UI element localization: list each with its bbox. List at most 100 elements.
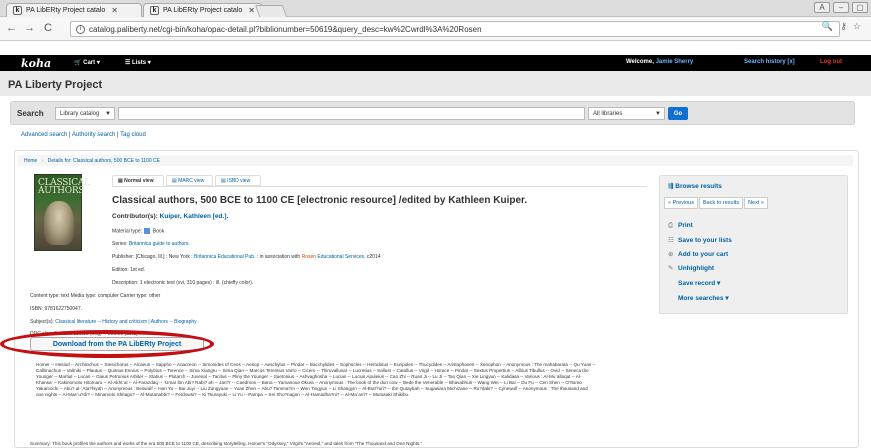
info-icon[interactable]: i <box>76 24 85 34</box>
save-to-lists-button[interactable]: ☷ Save to your lists <box>668 236 732 244</box>
authority-search-link[interactable]: Authority search <box>72 132 115 138</box>
series-link[interactable]: Britannica guide to authors. <box>129 241 190 247</box>
search-links: Advanced search | Authority search | Tag… <box>21 132 146 138</box>
search-label: Search <box>17 109 44 118</box>
action-label: Print <box>678 222 693 229</box>
chevron-down-icon: ▼ <box>655 110 661 117</box>
material-type: Material type: Book <box>112 228 164 234</box>
user-icon[interactable]: A <box>814 2 830 13</box>
maximize-icon[interactable]: ▢ <box>852 2 868 13</box>
publisher: Publisher: [Chicago, Ill.] : New York : … <box>112 254 381 260</box>
search-highlight[interactable]: Rosen <box>302 254 316 260</box>
download-button[interactable]: Download from the PA LibERty Project <box>30 337 204 351</box>
back-to-results-link[interactable]: Back to results <box>699 197 744 209</box>
book-cover-image[interactable]: CLASSICAL AUTHORS <box>34 174 90 251</box>
close-tab-icon[interactable]: ✕ <box>248 6 255 15</box>
browser-tab-title: PA LibERty Project catalo <box>26 7 106 14</box>
tab-isbd-view[interactable]: ▤ ISBD view <box>215 175 261 186</box>
record-title: Classical authors, 500 BCE to 1100 CE [e… <box>112 195 528 206</box>
bookmark-star-icon[interactable]: ☆ <box>853 21 861 32</box>
list-icon: ☷ <box>668 237 674 244</box>
previous-link[interactable]: « Previous <box>664 197 698 209</box>
record-sidebar: ⇶ Browse results « Previous Back to resul… <box>659 175 848 314</box>
forward-arrow-icon[interactable]: → <box>24 22 35 34</box>
field-value: 1 electronic text (xvi, 310 pages) : ill… <box>139 280 254 286</box>
field-value: Book <box>152 228 165 235</box>
minimize-icon[interactable]: – <box>833 2 849 13</box>
more-searches-dropdown[interactable]: More searches ▾ <box>678 294 729 302</box>
go-button[interactable]: Go <box>668 107 688 120</box>
tag-cloud-link[interactable]: Tag cloud <box>120 132 146 138</box>
tab-divider <box>112 186 647 187</box>
search-history-link[interactable]: Search history [x] <box>744 59 795 65</box>
library-select-value: All libraries <box>593 110 623 117</box>
search-input[interactable] <box>118 107 585 120</box>
koha-favicon-icon: k <box>13 6 22 15</box>
field-value: [Chicago, Ill.] : New York : <box>135 254 193 260</box>
print-button[interactable]: ⎙ Print <box>668 222 693 230</box>
zoom-icon[interactable]: 🔍 <box>822 21 833 32</box>
chevron-down-icon: ▾ <box>717 280 721 287</box>
contributors: Contributor(s): Kuiper, Kathleen [ed.]. <box>112 213 228 220</box>
browser-tab[interactable]: k PA LibERty Project catalo ✕ <box>6 3 142 17</box>
user-name-link[interactable]: Jamie Sherry <box>656 59 694 65</box>
koha-logo[interactable]: koha <box>21 57 51 70</box>
chevron-down-icon: ▼ <box>105 110 111 117</box>
tab-label: Normal view <box>124 178 154 184</box>
search-bar: Search Library catalog ▼ All libraries ▼… <box>10 101 855 125</box>
catalog-select-value: Library catalog <box>60 110 100 117</box>
action-label: Add to your cart <box>678 251 729 258</box>
key-icon[interactable]: ⚷ <box>840 21 847 32</box>
breadcrumb-details[interactable]: Details for: Classical authors, 500 BCE … <box>48 158 160 164</box>
lists-button[interactable]: ☰ Lists ▾ <box>125 59 151 66</box>
content-type: Content type: text Media type: computer … <box>30 293 161 299</box>
field-value: c2014 <box>366 254 381 260</box>
browse-icon: ⇶ <box>668 183 674 190</box>
breadcrumb-home[interactable]: Home <box>24 158 37 164</box>
publisher-link[interactable]: Britannica Educational Pub. <box>194 254 255 260</box>
action-label: More searches <box>678 295 724 302</box>
reload-icon[interactable]: C <box>44 22 52 34</box>
close-tab-icon[interactable]: ✕ <box>111 6 118 15</box>
browser-tab-bar: k PA LibERty Project catalo ✕ k PA LibER… <box>0 0 871 17</box>
new-tab-button[interactable] <box>254 5 288 17</box>
cart-button[interactable]: 🛒 Cart ▾ <box>74 59 100 66</box>
save-record-dropdown[interactable]: Save record ▾ <box>678 279 720 287</box>
subjects: Subject(s): Classical literature -- Hist… <box>30 319 197 325</box>
back-arrow-icon[interactable]: ← <box>6 22 17 34</box>
subjects-link[interactable]: Classical literature -- History and crit… <box>55 319 196 325</box>
field-value: 1st ed. <box>130 267 146 273</box>
browser-tab-title: PA LibERty Project catalo <box>163 7 243 14</box>
tab-normal-view[interactable]: ▤ Normal view <box>112 175 164 186</box>
tab-label: ISBD view <box>227 178 251 184</box>
field-value: : in association with <box>256 254 301 260</box>
add-to-cart-button[interactable]: ⊕ Add to your cart <box>668 250 728 258</box>
welcome-prefix: Welcome, <box>626 59 654 65</box>
breadcrumb-separator: › <box>41 158 44 164</box>
publisher-link[interactable]: Educational Services, <box>317 254 365 260</box>
field-label: Description: <box>112 280 139 286</box>
next-link[interactable]: Next » <box>744 197 768 209</box>
action-label: Unhighlight <box>678 265 715 272</box>
advanced-search-link[interactable]: Advanced search <box>21 132 67 138</box>
welcome-text: Welcome, Jamie Sherry <box>626 59 693 65</box>
unhighlight-button[interactable]: ✎ Unhighlight <box>668 264 714 272</box>
cart-label: Cart <box>83 60 96 66</box>
field-label: Edition: <box>112 267 129 273</box>
logout-link[interactable]: Log out <box>820 59 842 65</box>
edition: Edition: 1st ed. <box>112 267 145 273</box>
catalog-select[interactable]: Library catalog ▼ <box>55 107 115 120</box>
isbn: ISBN: 9781622750047. <box>30 306 82 312</box>
tab-label: MARC view <box>178 178 205 184</box>
separator: | <box>116 132 119 138</box>
browse-results-button[interactable]: ⇶ Browse results <box>668 182 722 190</box>
tab-marc-view[interactable]: ▤ MARC view <box>166 175 213 186</box>
field-label: Publisher: <box>112 254 135 260</box>
url-field[interactable]: i catalog.paliberty.net/cgi-bin/koha/opa… <box>70 21 840 37</box>
library-select[interactable]: All libraries ▼ <box>588 107 665 120</box>
separator: | <box>69 132 71 138</box>
browser-tab[interactable]: k PA LibERty Project catalo ✕ <box>143 3 263 17</box>
book-icon <box>144 228 151 234</box>
address-bar: ← → C i catalog.paliberty.net/cgi-bin/ko… <box>0 17 871 41</box>
contributor-link[interactable]: Kuiper, Kathleen [ed.]. <box>160 213 229 220</box>
